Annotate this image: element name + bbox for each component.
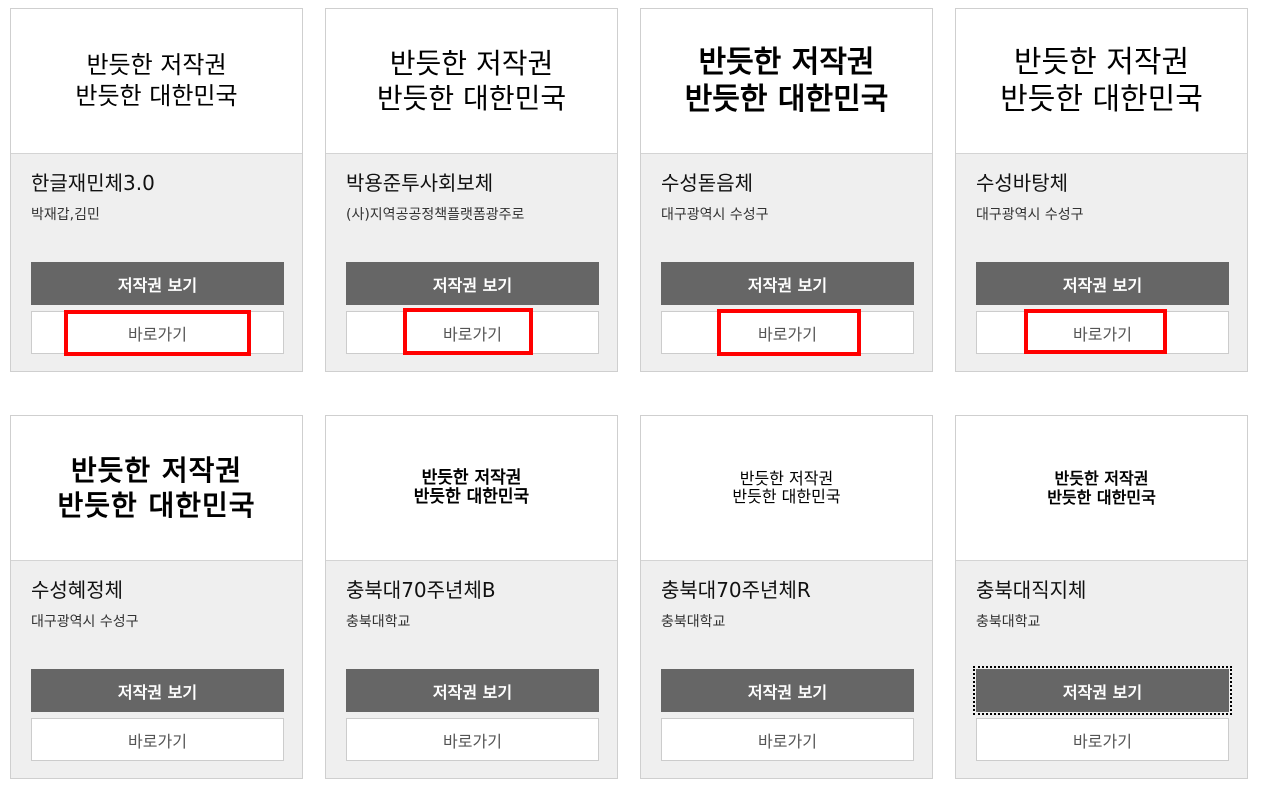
go-button[interactable]: 바로가기 (976, 718, 1229, 761)
font-preview: 반듯한 저작권 반듯한 대한민국 (641, 416, 932, 561)
font-card: 반듯한 저작권 반듯한 대한민국 충북대직지체 충북대학교 저작권 보기 바로가… (955, 415, 1248, 779)
highlight-box (403, 308, 533, 355)
font-name: 수성바탕체 (976, 171, 1068, 195)
font-name: 충북대직지체 (976, 578, 1087, 602)
font-maker: 대구광역시 수성구 (31, 614, 139, 630)
highlight-box (64, 310, 251, 356)
view-copyright-button[interactable]: 저작권 보기 (346, 262, 599, 305)
go-button[interactable]: 바로가기 (661, 718, 914, 761)
font-name: 한글재민체3.0 (31, 171, 155, 195)
font-maker: (사)지역공공정책플랫폼광주로 (346, 207, 525, 223)
font-preview: 반듯한 저작권 반듯한 대한민국 (641, 9, 932, 154)
font-maker: 충북대학교 (661, 614, 726, 630)
highlight-box (717, 309, 861, 356)
font-card: 반듯한 저작권 반듯한 대한민국 충북대70주년체B 충북대학교 저작권 보기 … (325, 415, 618, 779)
font-maker: 대구광역시 수성구 (976, 207, 1084, 223)
font-name: 충북대70주년체R (661, 578, 811, 602)
font-maker: 대구광역시 수성구 (661, 207, 769, 223)
view-copyright-button[interactable]: 저작권 보기 (973, 666, 1232, 715)
font-name: 박용준투사회보체 (346, 171, 494, 195)
highlight-box (1024, 309, 1167, 354)
font-preview: 반듯한 저작권 반듯한 대한민국 (11, 9, 302, 154)
font-maker: 충북대학교 (976, 614, 1041, 630)
font-preview: 반듯한 저작권 반듯한 대한민국 (956, 9, 1247, 154)
font-preview: 반듯한 저작권 반듯한 대한민국 (11, 416, 302, 561)
go-button[interactable]: 바로가기 (31, 718, 284, 761)
view-copyright-button[interactable]: 저작권 보기 (31, 262, 284, 305)
font-name: 수성돋음체 (661, 171, 753, 195)
font-name: 충북대70주년체B (346, 578, 496, 602)
font-name: 수성혜정체 (31, 578, 123, 602)
go-button[interactable]: 바로가기 (346, 718, 599, 761)
view-copyright-button[interactable]: 저작권 보기 (976, 262, 1229, 305)
font-card: 반듯한 저작권 반듯한 대한민국 충북대70주년체R 충북대학교 저작권 보기 … (640, 415, 933, 779)
view-copyright-button[interactable]: 저작권 보기 (31, 669, 284, 712)
font-maker: 충북대학교 (346, 614, 411, 630)
font-preview: 반듯한 저작권 반듯한 대한민국 (956, 416, 1247, 561)
font-card: 반듯한 저작권 반듯한 대한민국 수성혜정체 대구광역시 수성구 저작권 보기 … (10, 415, 303, 779)
view-copyright-button[interactable]: 저작권 보기 (661, 669, 914, 712)
font-preview: 반듯한 저작권 반듯한 대한민국 (326, 9, 617, 154)
view-copyright-button[interactable]: 저작권 보기 (661, 262, 914, 305)
font-maker: 박재갑,김민 (31, 207, 100, 223)
font-preview: 반듯한 저작권 반듯한 대한민국 (326, 416, 617, 561)
view-copyright-button[interactable]: 저작권 보기 (346, 669, 599, 712)
